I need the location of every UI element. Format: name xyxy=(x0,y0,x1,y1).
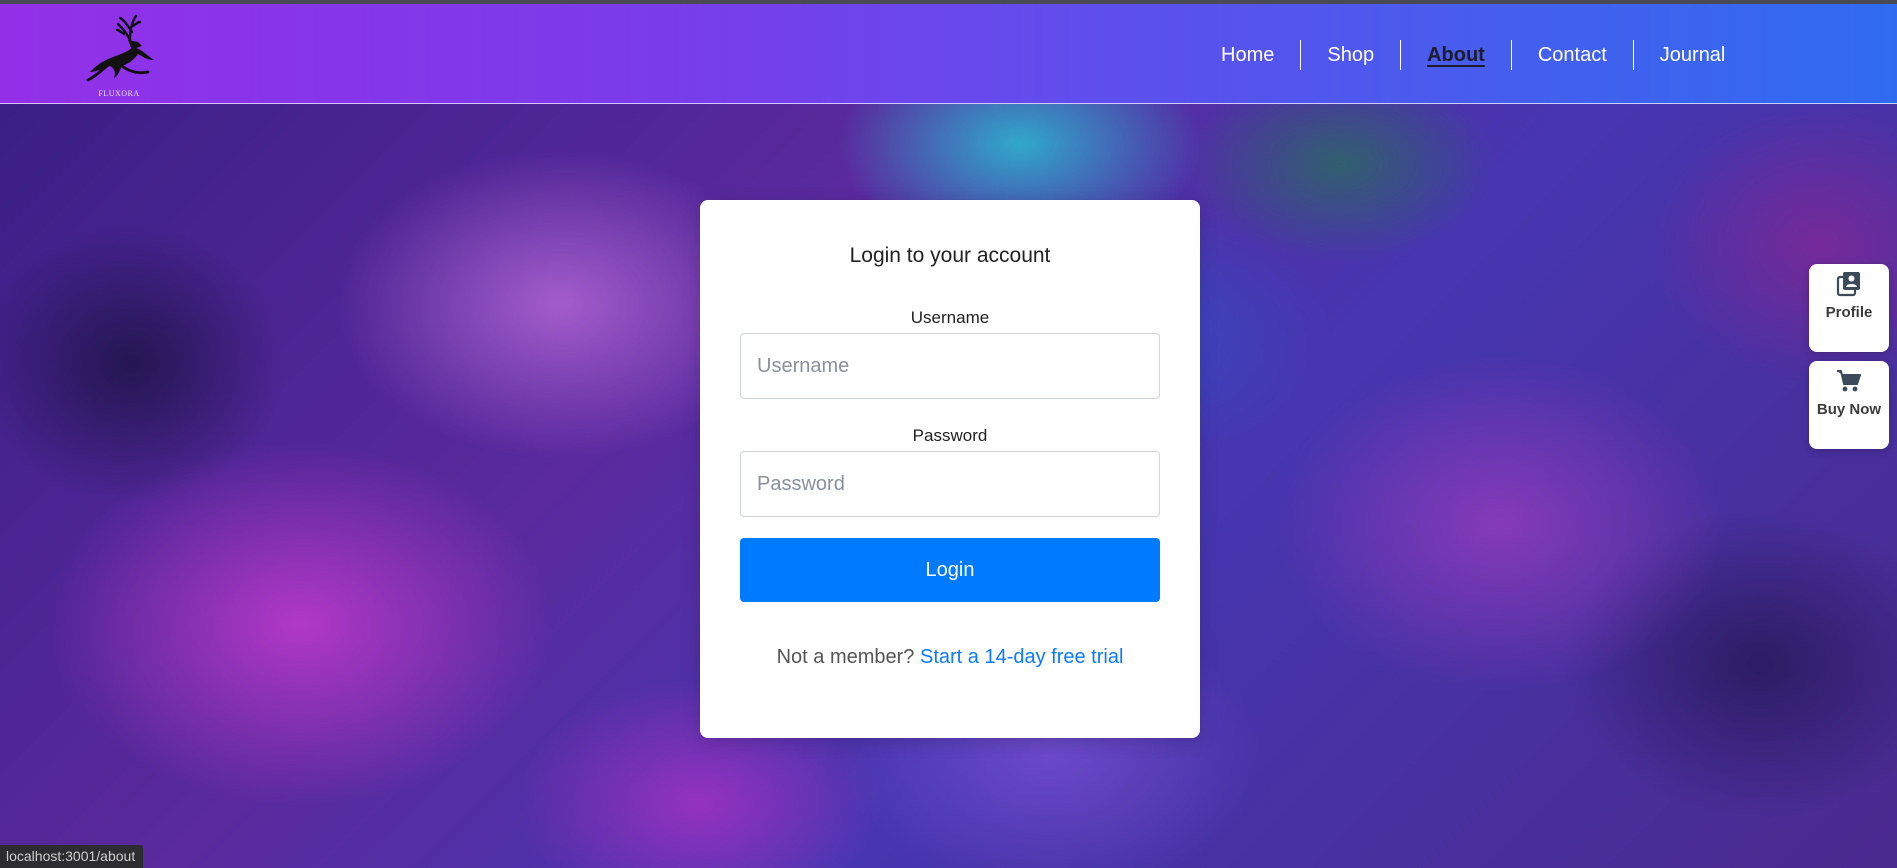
browser-status-url: localhost:3001/about xyxy=(0,845,144,868)
free-trial-link[interactable]: Start a 14-day free trial xyxy=(920,646,1123,668)
login-card: Login to your account Username Password … xyxy=(700,200,1200,738)
leaping-deer-icon xyxy=(86,14,154,82)
navbar: FLUXORA Home Shop About Contact Journal xyxy=(0,4,1897,104)
signup-prompt: Not a member? Start a 14-day free trial xyxy=(700,646,1200,669)
password-input[interactable] xyxy=(740,451,1160,517)
buy-now-label: Buy Now xyxy=(1816,401,1882,418)
profile-label: Profile xyxy=(1825,304,1873,321)
signup-prompt-text: Not a member? xyxy=(776,646,915,668)
login-title: Login to your account xyxy=(849,244,1051,267)
brand-logo[interactable]: FLUXORA xyxy=(84,10,162,98)
nav-journal[interactable]: Journal xyxy=(1634,40,1752,70)
profile-card-icon xyxy=(1836,272,1860,297)
username-label: Username xyxy=(910,308,990,327)
username-input[interactable] xyxy=(740,333,1160,399)
login-button[interactable]: Login xyxy=(740,538,1160,602)
buy-now-button[interactable]: Buy Now xyxy=(1809,361,1889,449)
shopping-cart-icon xyxy=(1837,370,1861,392)
nav-home[interactable]: Home xyxy=(1195,40,1302,70)
main-nav: Home Shop About Contact Journal xyxy=(1195,38,1751,72)
nav-about[interactable]: About xyxy=(1401,40,1512,70)
nav-contact[interactable]: Contact xyxy=(1512,40,1634,70)
nav-shop[interactable]: Shop xyxy=(1301,40,1402,70)
password-label: Password xyxy=(912,426,988,445)
brand-logo-text: FLUXORA xyxy=(98,89,140,98)
profile-button[interactable]: Profile xyxy=(1809,264,1889,352)
